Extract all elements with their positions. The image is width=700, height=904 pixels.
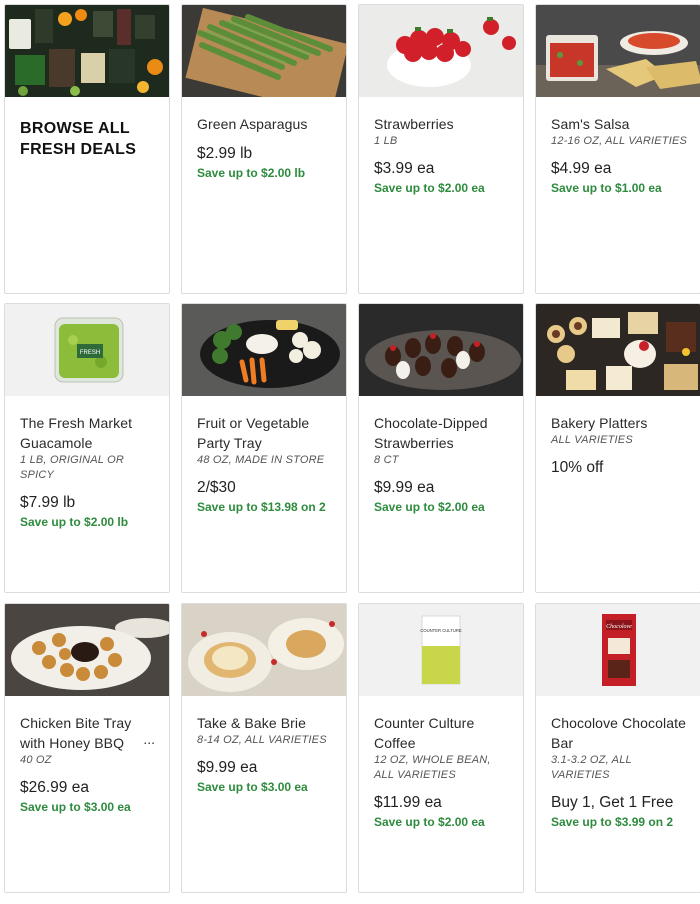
fresh-deals-image (5, 5, 169, 97)
product-price: 2/$30 (197, 479, 236, 496)
product-savings: Save up to $2.00 ea (374, 500, 485, 514)
product-name[interactable]: Green Asparagus (197, 114, 336, 134)
asparagus-image (182, 5, 346, 97)
product-size: 12-16 OZ, ALL VARIETIES (551, 135, 688, 147)
product-size: 8-14 OZ, ALL VARIETIES (197, 734, 327, 746)
more-icon[interactable]: ... (143, 731, 155, 747)
chocolate-brand-text: Chocolove (606, 624, 632, 630)
product-name[interactable]: Chocolate-Dipped Strawberries (374, 413, 513, 453)
strawberries-image (359, 5, 523, 97)
product-name[interactable]: Take & Bake Brie (197, 713, 336, 733)
product-price: $9.99 ea (197, 759, 258, 776)
product-size: 1 LB (374, 135, 398, 147)
product-price: $7.99 lb (20, 494, 76, 511)
product-savings: Save up to $2.00 lb (197, 166, 306, 180)
product-card-brie[interactable]: Take & Bake Brie 8-14 OZ, ALL VARIETIES … (181, 603, 347, 893)
product-card-strawberries[interactable]: Strawberries 1 LB $3.99 ea Save up to $2… (358, 4, 524, 294)
salsa-image (536, 5, 700, 97)
product-price: $4.99 ea (551, 160, 612, 177)
product-name[interactable]: Sam's Salsa (551, 114, 690, 134)
product-card-choc-strawberries[interactable]: Chocolate-Dipped Strawberries 8 CT $9.99… (358, 303, 524, 593)
product-savings: Save up to $2.00 ea (374, 815, 485, 829)
chicken-tray-image (5, 604, 169, 696)
product-card-chicken-bite-tray[interactable]: Chicken Bite Tray with Honey BBQ 40 OZ $… (4, 603, 170, 893)
product-price: Buy 1, Get 1 Free (551, 794, 674, 811)
chocolate-bar-image: Chocolove (536, 604, 700, 696)
product-size: 3.1-3.2 OZ, ALL VARIETIES (551, 754, 632, 781)
product-card-bakery-platters[interactable]: Bakery Platters ALL VARIETIES 10% off (535, 303, 700, 593)
product-savings: Save up to $3.00 ea (20, 800, 131, 814)
product-price: $2.99 lb (197, 145, 253, 162)
product-price: $11.99 ea (374, 794, 442, 811)
product-name[interactable]: The Fresh Market Guacamole (20, 413, 159, 453)
browse-all-title[interactable]: BROWSE ALL FRESH DEALS (20, 118, 160, 160)
product-savings: Save up to $2.00 lb (20, 515, 129, 529)
product-name[interactable]: Counter Culture Coffee (374, 713, 513, 753)
product-savings: Save up to $2.00 ea (374, 181, 485, 195)
product-price: $3.99 ea (374, 160, 435, 177)
product-card-party-tray[interactable]: Fruit or Vegetable Party Tray 48 OZ, MAD… (181, 303, 347, 593)
product-card-salsa[interactable]: Sam's Salsa 12-16 OZ, ALL VARIETIES $4.9… (535, 4, 700, 294)
guacamole-label: FRESH (80, 350, 100, 356)
coffee-image: COUNTER CULTURE (359, 604, 523, 696)
product-size: 48 OZ, MADE IN STORE (197, 454, 325, 466)
product-card-coffee[interactable]: COUNTER CULTURE Counter Culture Coffee 1… (358, 603, 524, 893)
product-name[interactable]: Fruit or Vegetable Party Tray (197, 413, 336, 453)
product-price: $26.99 ea (20, 779, 89, 796)
product-savings: Save up to $3.00 ea (197, 780, 308, 794)
product-card-chocolove[interactable]: Chocolove Chocolove Chocolate Bar 3.1-3.… (535, 603, 700, 893)
product-card-asparagus[interactable]: Green Asparagus $2.99 lb Save up to $2.0… (181, 4, 347, 294)
product-name[interactable]: Chicken Bite Tray with Honey BBQ (20, 713, 159, 753)
product-savings: Save up to $1.00 ea (551, 181, 662, 195)
party-tray-image (182, 304, 346, 396)
product-size: 40 OZ (20, 754, 52, 766)
product-name[interactable]: Chocolove Chocolate Bar (551, 713, 690, 753)
product-size: 12 OZ, WHOLE BEAN, ALL VARIETIES (374, 754, 491, 781)
bakery-platters-image (536, 304, 700, 396)
coffee-brand-text: COUNTER CULTURE (420, 628, 462, 633)
browse-all-card[interactable]: BROWSE ALL FRESH DEALS (4, 4, 170, 294)
product-savings: Save up to $13.98 on 2 (197, 500, 326, 514)
product-price: 10% off (551, 459, 604, 476)
product-size: 8 CT (374, 454, 399, 466)
product-size: 1 LB, ORIGINAL OR SPICY (20, 454, 125, 481)
product-size: ALL VARIETIES (551, 434, 633, 446)
product-savings: Save up to $3.99 on 2 (551, 815, 674, 829)
choc-strawberries-image (359, 304, 523, 396)
product-card-guacamole[interactable]: FRESH The Fresh Market Guacamole 1 LB, O… (4, 303, 170, 593)
guacamole-image: FRESH (5, 304, 169, 396)
brie-image (182, 604, 346, 696)
product-name[interactable]: Strawberries (374, 114, 513, 134)
product-price: $9.99 ea (374, 479, 435, 496)
product-name[interactable]: Bakery Platters (551, 413, 690, 433)
